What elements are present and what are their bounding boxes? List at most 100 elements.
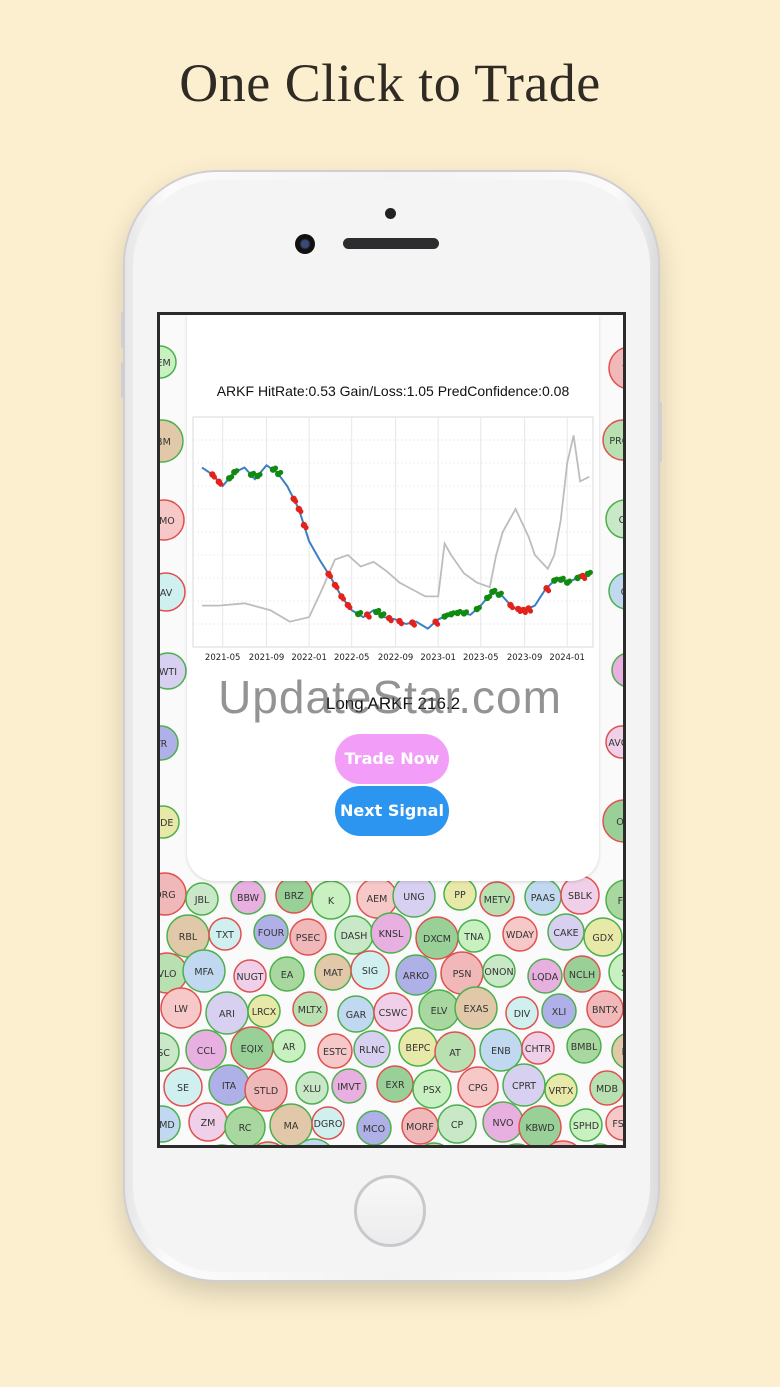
ticker-bubble[interactable]: BXMT — [584, 1143, 616, 1148]
ticker-bubble[interactable]: JBL — [185, 882, 219, 916]
ticker-bubble[interactable]: SO — [608, 952, 626, 992]
ticker-bubble[interactable]: ENB — [479, 1028, 523, 1072]
ticker-bubble[interactable]: ZM — [188, 1102, 228, 1142]
ticker-bubble[interactable]: KNSL — [370, 912, 412, 954]
ticker-bubble[interactable]: IMVT — [331, 1068, 367, 1104]
ticker-bubble[interactable]: LQDA — [527, 958, 563, 994]
ticker-bubble[interactable]: NSC — [160, 1032, 180, 1072]
ticker-bubble[interactable]: AV — [160, 572, 186, 612]
ticker-bubble[interactable]: XLU — [295, 1071, 329, 1105]
ticker-bubble[interactable]: GDX — [583, 917, 623, 957]
ticker-bubble[interactable]: MCO — [356, 1110, 392, 1145]
ticker-bubble[interactable]: MA — [269, 1103, 313, 1146]
ticker-bubble[interactable]: PAAS — [524, 878, 562, 916]
ticker-bubble[interactable]: BRZ — [275, 876, 313, 914]
ticker-bubble[interactable]: BBW — [230, 879, 266, 915]
ticker-bubble[interactable]: SBLK — [560, 875, 600, 915]
ticker-bubble[interactable]: SE — [163, 1067, 203, 1107]
ticker-bubble[interactable]: DGRO — [311, 1106, 345, 1140]
ticker-bubble[interactable]: PSX — [412, 1069, 452, 1109]
ticker-bubble[interactable]: RC — [224, 1106, 266, 1147]
ticker-bubble[interactable]: CPG — [457, 1066, 499, 1108]
ticker-bubble[interactable]: PP — [443, 877, 477, 911]
ticker-bubble[interactable]: AEM — [356, 877, 398, 919]
trade-now-button[interactable]: Trade Now — [335, 734, 449, 784]
ticker-bubble[interactable]: CS — [608, 572, 626, 610]
ticker-bubble[interactable]: LW — [160, 987, 202, 1029]
ticker-bubble[interactable]: BMBL — [566, 1028, 602, 1064]
ticker-bubble[interactable]: EXAS — [454, 986, 498, 1030]
ticker-bubble[interactable]: KBWD — [518, 1105, 562, 1148]
ticker-bubble[interactable]: EA — [269, 956, 305, 992]
ticker-bubble[interactable]: TR — [160, 725, 179, 761]
ticker-bubble[interactable]: WDAY — [502, 916, 538, 952]
ticker-bubble[interactable]: ONON — [482, 954, 516, 988]
ticker-bubble[interactable]: IBM — [160, 419, 184, 463]
ticker-bubble[interactable]: DRG — [160, 872, 187, 916]
price-chart-svg: 2021-05 2021-09 2022-01 2022-05 2022-09 2023-… — [192, 416, 594, 663]
ticker-bubble[interactable]: OIL — [602, 799, 626, 843]
ticker-bubble[interactable]: CCL — [185, 1029, 227, 1071]
ticker-bubble[interactable]: ITA — [208, 1064, 250, 1106]
ticker-bubble[interactable]: XLI — [541, 993, 577, 1029]
ticker-bubble[interactable]: PSEC — [289, 918, 327, 956]
ticker-bubble[interactable]: FLE — [605, 879, 626, 921]
ticker-bubble[interactable]: MFA — [182, 949, 226, 993]
ticker-bubble[interactable]: SQQQ — [380, 1146, 414, 1148]
ticker-bubble[interactable]: CHTR — [521, 1031, 555, 1065]
ticker-bubble[interactable]: EXR — [376, 1065, 414, 1103]
ticker-bubble[interactable]: NOW — [461, 1147, 499, 1148]
ticker-bubble[interactable]: CPRT — [502, 1063, 546, 1107]
ticker-bubble[interactable]: MORF — [401, 1107, 439, 1145]
ticker-bubble[interactable]: TXT — [208, 917, 242, 951]
ticker-bubble[interactable]: NUGT — [233, 959, 267, 993]
ticker-bubble[interactable]: LRCX — [247, 994, 281, 1028]
ticker-bubble[interactable]: NCLH — [563, 955, 601, 993]
ticker-bubble[interactable]: SPHD — [569, 1108, 603, 1142]
next-signal-button[interactable]: Next Signal — [335, 786, 449, 836]
ticker-bubble[interactable]: CE — [605, 499, 626, 539]
ticker-bubble[interactable]: MDB — [589, 1070, 624, 1106]
ticker-bubble[interactable]: K — [311, 880, 351, 920]
ticker-bubble[interactable]: METV — [479, 881, 515, 917]
ticker-bubble[interactable]: NEM — [160, 345, 177, 379]
buy-signal-marker — [463, 609, 470, 615]
ticker-bubble[interactable]: AVGO — [605, 725, 626, 759]
ticker-bubble[interactable]: DXCM — [415, 916, 459, 960]
ticker-bubble[interactable]: ELV — [418, 989, 460, 1031]
ticker-bubble[interactable]: AT — [434, 1031, 476, 1073]
ticker-bubble[interactable]: WPC — [203, 1144, 241, 1148]
ticker-bubble[interactable]: PROG — [602, 419, 626, 461]
ticker-bubble[interactable]: FSLY — [605, 1105, 626, 1141]
ticker-bubble[interactable]: EQIX — [230, 1026, 274, 1070]
ticker-bubble[interactable]: SIG — [350, 950, 390, 990]
ticker-bubble[interactable]: AR — [272, 1029, 306, 1063]
ticker-bubble[interactable]: ARKO — [395, 954, 437, 996]
ticker-bubble[interactable]: TNA — [457, 919, 491, 953]
ticker-bubble[interactable]: FOUR — [253, 914, 289, 950]
ticker-bubble[interactable]: BNTX — [586, 990, 623, 1028]
ticker-bubble[interactable]: STLD — [244, 1068, 288, 1112]
ticker-bubble[interactable]: CP — [437, 1104, 477, 1144]
ticker-bubble[interactable]: MAT — [314, 953, 352, 991]
ticker-bubble[interactable]: GAR — [337, 995, 375, 1033]
ticker-bubble[interactable]: MLTX — [292, 991, 328, 1027]
home-button[interactable] — [354, 1175, 426, 1247]
ticker-bubble[interactable]: ESTC — [317, 1033, 353, 1069]
ticker-bubble-label: AT — [449, 1048, 461, 1059]
ticker-bubble[interactable]: DASH — [334, 915, 374, 955]
ticker-bubble[interactable]: TMO — [160, 499, 185, 541]
ticker-bubble[interactable]: BEPC — [398, 1027, 438, 1067]
ticker-bubble[interactable]: ARI — [205, 991, 249, 1035]
ticker-bubble[interactable]: RLNC — [353, 1030, 391, 1068]
ticker-bubble[interactable]: DRI — [611, 1033, 626, 1069]
ticker-bubble[interactable]: NVO — [482, 1101, 524, 1143]
ticker-bubble[interactable]: CAKE — [547, 913, 585, 951]
ticker-bubble[interactable]: VRTX — [544, 1073, 578, 1107]
ticker-bubble[interactable]: INMD — [160, 1105, 181, 1143]
ticker-bubble[interactable]: UNG — [392, 874, 436, 918]
ticker-bubble[interactable]: TJX — [608, 347, 626, 389]
ticker-bubble[interactable]: CSWC — [373, 992, 413, 1032]
ticker-bubble[interactable]: ODE — [160, 805, 180, 839]
ticker-bubble[interactable]: DIV — [505, 996, 539, 1030]
